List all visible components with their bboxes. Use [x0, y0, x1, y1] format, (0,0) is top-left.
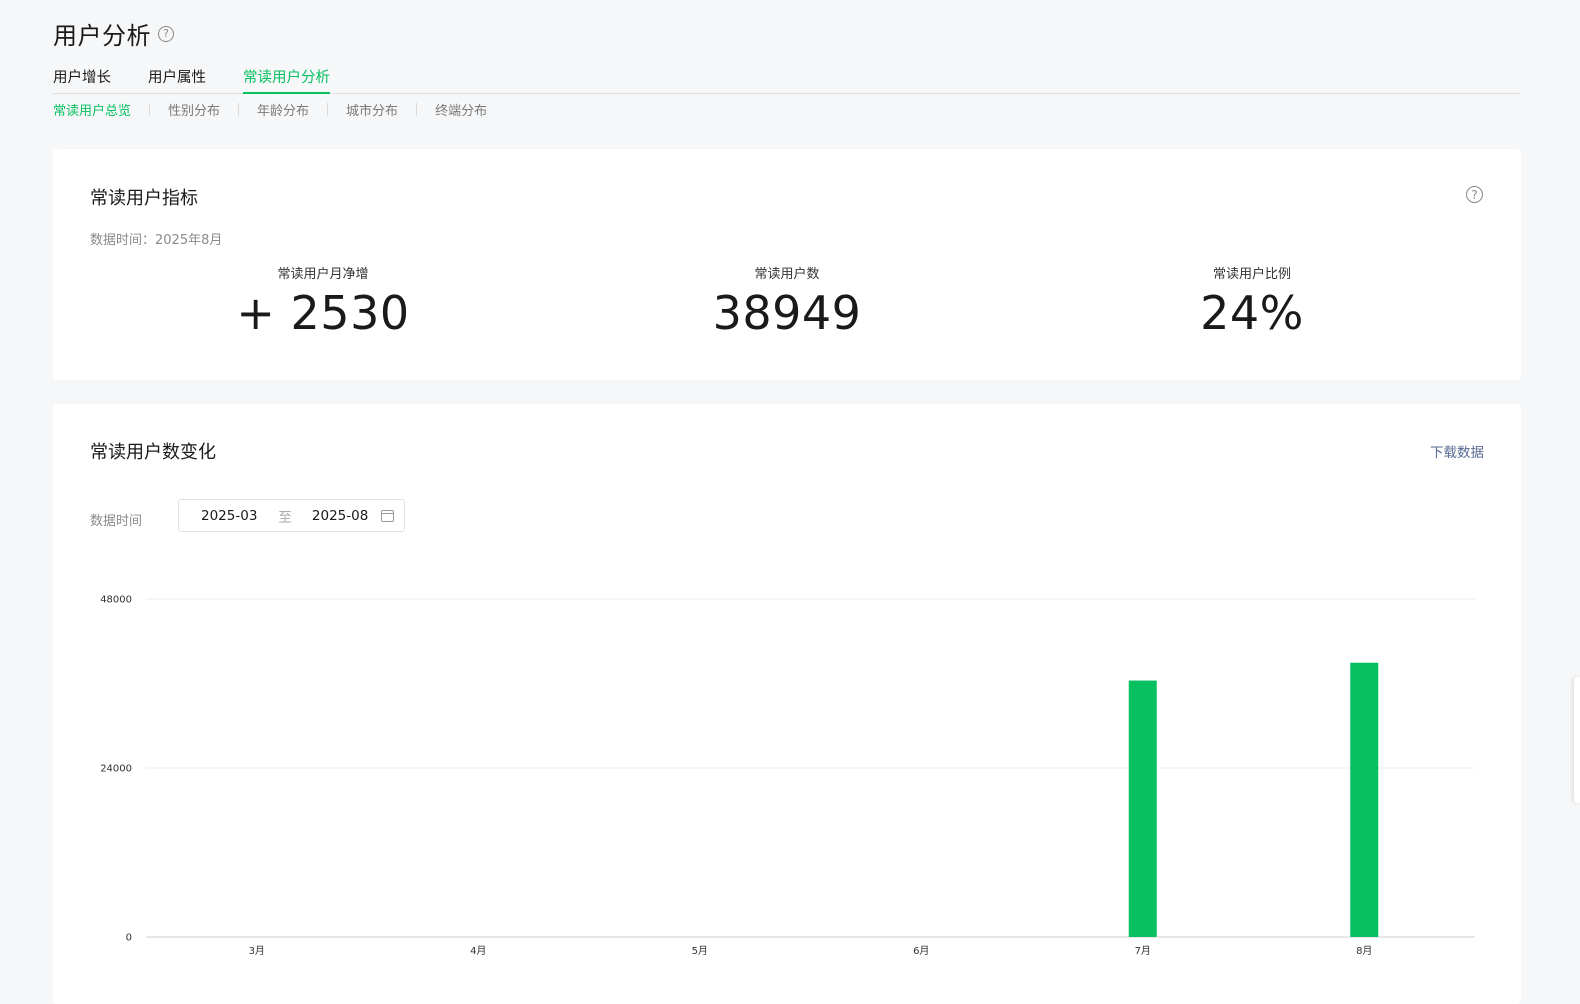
metric-net-growth: 常读用户月净增 + 2530	[173, 263, 473, 340]
y-tick-label: 24000	[100, 764, 132, 775]
page-header: 用户分析 ?	[53, 16, 174, 51]
date-end-value[interactable]: 2025-08	[312, 508, 368, 524]
metric-value: 38949	[712, 286, 862, 340]
subtab-device[interactable]: 终端分布	[435, 100, 487, 119]
metric-label: 常读用户比例	[1212, 267, 1291, 282]
trend-card: 常读用户数变化 下载数据 数据时间 2025-03 至 2025-08 0 240…	[53, 404, 1521, 1004]
x-tick-label: 4月	[470, 945, 486, 957]
download-data-link[interactable]: 下载数据	[1430, 441, 1484, 461]
page-title: 用户分析	[53, 22, 151, 50]
help-icon[interactable]: ?	[158, 25, 174, 42]
calendar-icon[interactable]	[381, 510, 394, 522]
main-tabs: 用户增长 用户属性 常读用户分析	[53, 66, 1521, 94]
x-tick-label: 7月	[1135, 945, 1151, 957]
y-tick-label: 48000	[100, 595, 132, 606]
subtab-age[interactable]: 年龄分布	[257, 100, 309, 119]
date-range-label: 数据时间	[90, 514, 143, 529]
metrics-card-title: 常读用户指标	[90, 188, 198, 209]
tab-user-attributes[interactable]: 用户属性	[148, 66, 206, 92]
date-start-value[interactable]: 2025-03	[201, 508, 257, 524]
subtab-divider	[327, 103, 329, 116]
subtab-divider	[416, 103, 418, 116]
metric-value: + 2530	[236, 286, 410, 340]
metrics-card: 常读用户指标 ? 数据时间：2025年8月 常读用户月净增 + 2530 常读用…	[53, 149, 1521, 380]
metric-value: 24%	[1200, 286, 1304, 340]
date-range-separator: 至	[278, 509, 292, 526]
y-tick-label: 0	[126, 933, 132, 944]
bar-8月	[1350, 662, 1379, 937]
x-tick-label: 3月	[249, 945, 265, 957]
subtab-city[interactable]: 城市分布	[346, 100, 398, 119]
bar-7月	[1128, 680, 1157, 937]
bar-chart: 0 24000 48000 3月 4月 5月 6月 7月 8月	[100, 595, 1475, 957]
metric-reader-count: 常读用户数 38949	[637, 263, 937, 340]
trend-card-title: 常读用户数变化	[90, 442, 216, 463]
metric-label: 常读用户数	[754, 267, 820, 282]
metric-reader-ratio: 常读用户比例 24%	[1102, 263, 1402, 340]
x-tick-label: 5月	[692, 945, 708, 957]
sub-tabs: 常读用户总览 性别分布 年龄分布 城市分布 终端分布	[53, 100, 487, 119]
side-drawer-handle[interactable]	[1574, 677, 1580, 803]
subtab-divider	[238, 103, 240, 116]
date-range-picker[interactable]: 2025-03 至 2025-08	[178, 499, 405, 532]
tab-user-growth[interactable]: 用户增长	[53, 66, 111, 92]
metric-label: 常读用户月净增	[277, 267, 369, 282]
x-tick-label: 6月	[913, 945, 929, 957]
metrics-help-icon[interactable]: ?	[1466, 186, 1483, 203]
subtab-gender[interactable]: 性别分布	[168, 100, 220, 119]
tab-frequent-readers[interactable]: 常读用户分析	[243, 66, 330, 94]
data-time-text: 数据时间：2025年8月	[90, 233, 223, 248]
subtab-divider	[149, 103, 151, 116]
subtab-overview[interactable]: 常读用户总览	[53, 100, 131, 119]
x-tick-label: 8月	[1356, 945, 1372, 957]
